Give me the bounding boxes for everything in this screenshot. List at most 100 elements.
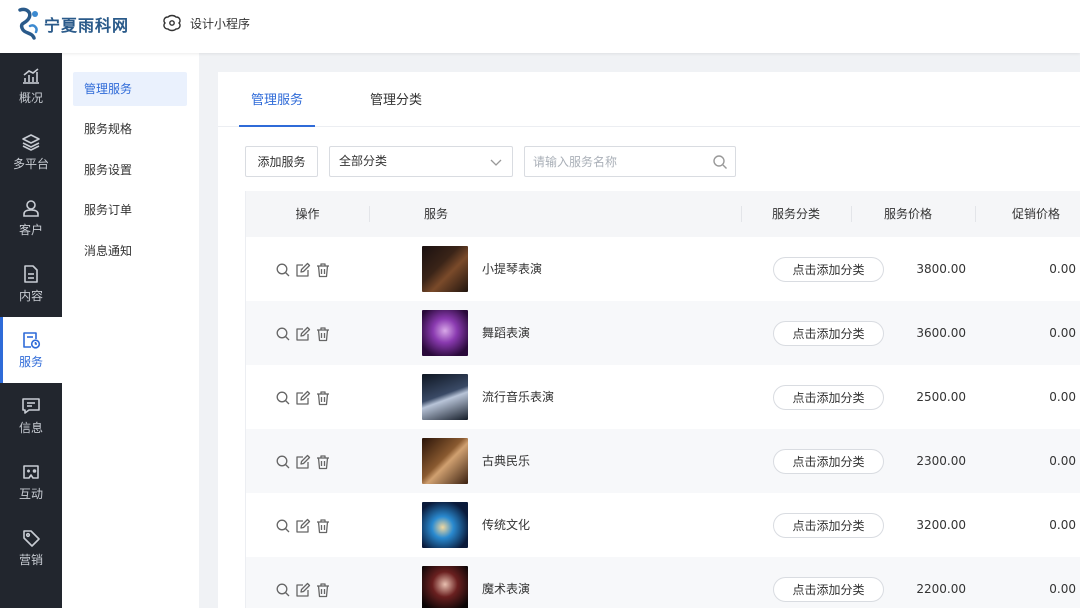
service-name: 魔术表演 [482, 582, 531, 596]
column-header-category: 服务分类 [771, 207, 820, 221]
service-thumbnail[interactable] [422, 246, 468, 292]
gamepad-icon [23, 464, 39, 479]
edit-icon[interactable] [295, 326, 311, 342]
row-actions [275, 326, 331, 342]
tab-manage-services[interactable]: 管理服务 [239, 72, 315, 127]
rail-item-interaction[interactable]: 互动 [0, 449, 62, 515]
delete-icon[interactable] [315, 454, 331, 470]
delete-icon[interactable] [315, 326, 331, 342]
service-thumbnail[interactable] [422, 374, 468, 420]
rail-label: 服务 [18, 354, 43, 369]
rail-item-content[interactable]: 内容 [0, 251, 62, 317]
rail-label: 营销 [18, 552, 43, 567]
column-header-service: 服务 [423, 207, 448, 221]
service-submenu: 管理服务 服务规格 服务设置 服务订单 消息通知 [62, 53, 199, 608]
service-name: 古典民乐 [482, 454, 531, 468]
miniprogram-icon [163, 14, 181, 32]
service-price: 3800.00 [916, 262, 966, 276]
edit-icon[interactable] [295, 262, 311, 278]
service-thumbnail[interactable] [422, 502, 468, 548]
view-icon[interactable] [275, 262, 291, 278]
edit-icon[interactable] [295, 518, 311, 534]
row-actions [275, 390, 331, 406]
delete-icon[interactable] [315, 262, 331, 278]
edit-icon[interactable] [295, 454, 311, 470]
row-actions [275, 262, 331, 278]
view-icon[interactable] [275, 582, 291, 598]
column-header-promo-price: 促销价格 [1011, 207, 1060, 221]
promo-price: 0.00 [1049, 518, 1076, 532]
main-panel: 管理服务 管理分类 添加服务 全部分类 操作 服务 服务分类 服务价格 促销价格 [218, 72, 1080, 608]
promo-price: 0.00 [1049, 326, 1076, 340]
delete-icon[interactable] [315, 582, 331, 598]
design-miniprogram-link[interactable]: 设计小程序 [162, 13, 250, 33]
service-thumbnail[interactable] [422, 566, 468, 608]
edit-icon[interactable] [295, 582, 311, 598]
column-divider [369, 206, 370, 222]
add-category-button[interactable]: 点击添加分类 [773, 513, 884, 538]
service-name: 小提琴表演 [482, 262, 543, 276]
service-price: 3200.00 [916, 518, 966, 532]
rail-item-messages[interactable]: 信息 [0, 383, 62, 449]
layers-icon [22, 133, 40, 151]
row-actions [275, 582, 331, 598]
submenu-item-service-orders[interactable]: 服务订单 [73, 193, 187, 227]
service-name: 传统文化 [482, 518, 531, 532]
rail-item-customers[interactable]: 客户 [0, 185, 62, 251]
view-icon[interactable] [275, 390, 291, 406]
chevron-down-icon [490, 159, 502, 166]
top-bar: 宁夏雨科网 设计小程序 [0, 0, 1080, 53]
add-category-button[interactable]: 点击添加分类 [773, 449, 884, 474]
add-category-button[interactable]: 点击添加分类 [773, 577, 884, 602]
services-table: 操作 服务 服务分类 服务价格 促销价格 小提琴表演 点击添加分类 3800.0… [245, 191, 1080, 608]
table-row: 古典民乐 点击添加分类 2300.00 0.00 [246, 429, 1080, 493]
category-select[interactable]: 全部分类 [329, 146, 513, 177]
tab-manage-categories[interactable]: 管理分类 [358, 72, 434, 127]
message-icon [22, 397, 40, 414]
rail-label: 多平台 [12, 156, 49, 171]
submenu-item-manage-services[interactable]: 管理服务 [73, 72, 187, 106]
view-icon[interactable] [275, 326, 291, 342]
view-icon[interactable] [275, 518, 291, 534]
promo-price: 0.00 [1049, 582, 1076, 596]
rail-item-services[interactable]: 服务 [0, 317, 62, 383]
service-price: 2300.00 [916, 454, 966, 468]
document-icon [24, 264, 38, 283]
service-search-input[interactable] [525, 147, 705, 176]
column-divider [975, 206, 976, 222]
main-nav-rail: 概况 多平台 客户 内容 服务 信息 互动 营销 [0, 53, 62, 608]
promo-price: 0.00 [1049, 262, 1076, 276]
table-row: 流行音乐表演 点击添加分类 2500.00 0.00 [246, 365, 1080, 429]
rail-item-overview[interactable]: 概况 [0, 53, 62, 119]
view-icon[interactable] [275, 454, 291, 470]
table-row: 舞蹈表演 点击添加分类 3600.00 0.00 [246, 301, 1080, 365]
delete-icon[interactable] [315, 390, 331, 406]
add-category-button[interactable]: 点击添加分类 [773, 257, 884, 282]
rail-item-marketing[interactable]: 营销 [0, 515, 62, 581]
tab-bar: 管理服务 管理分类 [218, 72, 1080, 127]
table-row: 小提琴表演 点击添加分类 3800.00 0.00 [246, 237, 1080, 301]
edit-icon[interactable] [295, 390, 311, 406]
add-service-button[interactable]: 添加服务 [245, 146, 318, 177]
promo-price: 0.00 [1049, 454, 1076, 468]
submenu-item-notifications[interactable]: 消息通知 [73, 234, 187, 268]
add-category-button[interactable]: 点击添加分类 [773, 321, 884, 346]
column-divider [741, 206, 742, 222]
add-category-button[interactable]: 点击添加分类 [773, 385, 884, 410]
service-thumbnail[interactable] [422, 310, 468, 356]
brand-logo[interactable]: 宁夏雨科网 [16, 6, 129, 42]
service-thumbnail[interactable] [422, 438, 468, 484]
rail-item-platforms[interactable]: 多平台 [0, 119, 62, 185]
user-icon [23, 199, 39, 217]
logo-mark-icon [18, 7, 38, 40]
design-link-label: 设计小程序 [190, 16, 251, 31]
submenu-item-service-settings[interactable]: 服务设置 [73, 153, 187, 187]
column-header-price: 服务价格 [883, 207, 932, 221]
search-icon[interactable] [712, 154, 728, 170]
rail-label: 信息 [18, 420, 43, 435]
column-divider [851, 206, 852, 222]
rail-label: 概况 [18, 90, 43, 105]
delete-icon[interactable] [315, 518, 331, 534]
submenu-item-service-specs[interactable]: 服务规格 [73, 112, 187, 146]
service-name: 流行音乐表演 [482, 390, 555, 404]
